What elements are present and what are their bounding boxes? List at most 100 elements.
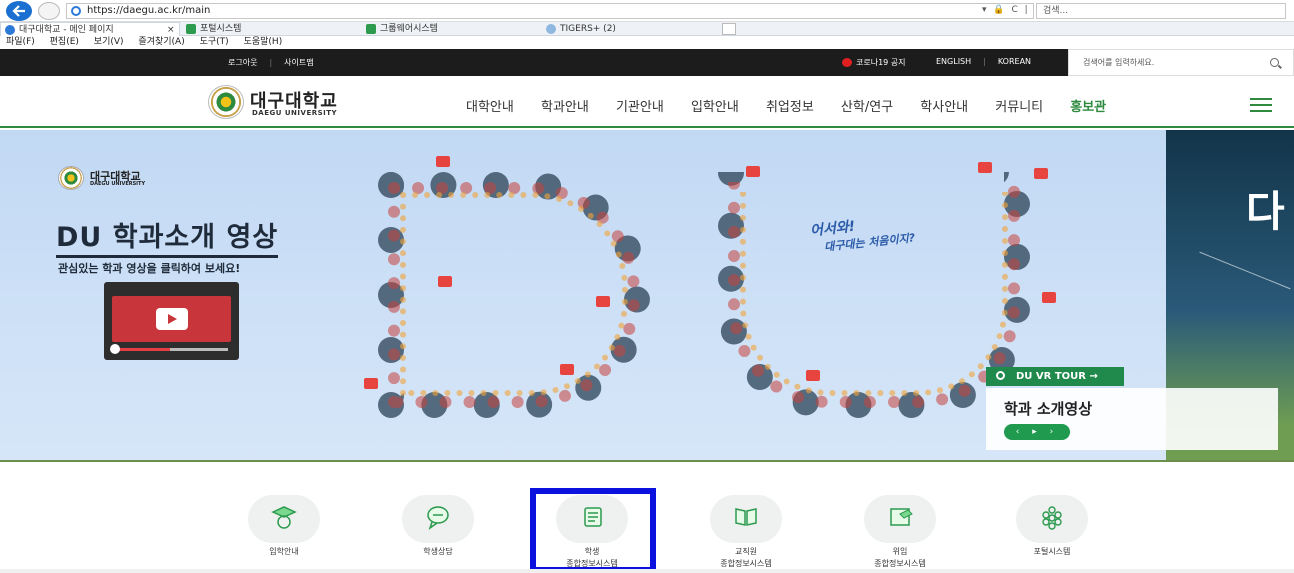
browser-search-input[interactable]: 검색... [1036, 3, 1286, 19]
alert-icon [842, 58, 852, 67]
search-icon[interactable] [1270, 58, 1279, 67]
menu-file[interactable]: 파일(F) [6, 37, 35, 47]
nav-research[interactable]: 산학/연구 [841, 96, 893, 115]
footer-edge [0, 569, 1294, 573]
heart-icon [1042, 292, 1056, 303]
open-book-icon [735, 508, 757, 526]
heart-icon [1034, 168, 1048, 179]
certificate-icon [890, 508, 913, 526]
heart-icon [746, 166, 760, 177]
nav-departments[interactable]: 학과안내 [541, 96, 589, 115]
selection-highlight-box [530, 488, 656, 573]
hero-logo-eng: DAEGU UNIVERSITY [90, 181, 146, 187]
nav-community[interactable]: 커뮤니티 [995, 96, 1043, 115]
logo-eng-text: DAEGU UNIVERSITY [252, 109, 338, 117]
university-logo[interactable]: 대구대학교 DAEGU UNIVERSITY [208, 85, 358, 119]
video-scrub-handle [110, 344, 120, 354]
menu-view[interactable]: 보기(V) [94, 37, 124, 47]
site-header: 대구대학교 DAEGU UNIVERSITY 대학안내 학과안내 기관안내 입학… [0, 76, 1294, 128]
korean-link[interactable]: KOREAN [998, 57, 1031, 66]
like-icon [596, 296, 610, 307]
heart-icon [806, 370, 820, 381]
arrow-left-icon [12, 5, 25, 17]
hero-divider [0, 460, 1294, 462]
language-links: ENGLISH | KOREAN [936, 57, 1031, 66]
nav-admission[interactable]: 입학안내 [691, 96, 739, 115]
nav-academic[interactable]: 학사안내 [920, 96, 968, 115]
search-placeholder: 검색어를 입력하세요. [1083, 58, 1155, 67]
quick-link-counseling[interactable]: 학생상담 [402, 495, 474, 573]
quick-link-label: 포털시스템 [1033, 547, 1071, 556]
tab-label: 포털시스템 [200, 24, 242, 34]
quick-link-admission[interactable]: 입학안내 [248, 495, 320, 573]
covid-notice-link[interactable]: 코로나19 공지 [838, 54, 912, 71]
url-text: https://daegu.ac.kr/main [87, 5, 211, 16]
quick-link-sublabel: 종합정보시스템 [720, 559, 772, 568]
menu-edit[interactable]: 편집(E) [50, 37, 79, 47]
tab-tigers[interactable]: TIGERS+ (2) [542, 22, 722, 36]
url-controls[interactable]: ▾ 🔒 C | [982, 5, 1030, 15]
tab-strip: 대구대학교 - 메인 페이지 × 포털시스템 그룹웨어시스템 TIGERS+ (… [0, 22, 1294, 36]
tab-main[interactable]: 대구대학교 - 메인 페이지 × [0, 22, 180, 36]
tigers-tab-icon [546, 24, 556, 34]
tab-close-icon[interactable]: × [167, 23, 175, 37]
like-icon [436, 156, 450, 167]
quick-link-label: 교직원 [734, 547, 758, 556]
hero-title: DU 학과소개 영상 [56, 222, 279, 258]
util-links: 로그아웃 | 사이트맵 [228, 57, 314, 68]
quick-link-portal-system[interactable]: 포털시스템 [1016, 495, 1088, 573]
tab-groupware[interactable]: 그룹웨어시스템 [362, 22, 542, 36]
play-icon[interactable] [156, 308, 188, 330]
nav-institutions[interactable]: 기관안내 [616, 96, 664, 115]
ie-tab-icon [5, 25, 15, 35]
slide-caption-title: 학과 소개영상 [1004, 400, 1093, 418]
browser-window: https://daegu.ac.kr/main ▾ 🔒 C | 검색... 대… [0, 0, 1294, 573]
slide-controls[interactable]: ‹ ▸ › [1004, 424, 1070, 440]
hamburger-menu-icon[interactable] [1250, 98, 1272, 112]
menu-bar: 파일(F) 편집(E) 보기(V) 즐겨찾기(A) 도구(T) 도움말(H) [0, 36, 1294, 49]
vr-tour-label: DU VR TOUR → [1016, 371, 1098, 382]
quick-link-delegated-info-system[interactable]: 위임 종합정보시스템 [864, 495, 936, 573]
slide-caption-card: 학과 소개영상 ‹ ▸ › [986, 388, 1278, 450]
nav-career[interactable]: 취업정보 [766, 96, 814, 115]
nav-about[interactable]: 대학안내 [466, 96, 514, 115]
chat-bubble-icon [427, 506, 449, 530]
quick-link-staff-info-system[interactable]: 교직원 종합정보시스템 [710, 495, 782, 573]
tab-label: 그룹웨어시스템 [380, 24, 438, 34]
vr-tour-button[interactable]: DU VR TOUR → [986, 367, 1124, 386]
new-tab-button[interactable] [722, 23, 736, 35]
quick-link-label: 위임 [892, 547, 908, 556]
video-progress [114, 348, 228, 351]
video-thumbnail[interactable] [104, 282, 239, 360]
groupware-tab-icon [366, 24, 376, 34]
tab-label: 대구대학교 - 메인 페이지 [19, 25, 114, 35]
video-screen [112, 296, 231, 342]
ie-page-icon [71, 6, 81, 16]
heart-icon [438, 276, 452, 287]
menu-help[interactable]: 도움말(H) [244, 37, 283, 47]
person-icon [560, 364, 574, 375]
portal-tab-icon [186, 24, 196, 34]
separator: | [269, 58, 273, 67]
menu-favorites[interactable]: 즐겨찾기(A) [138, 37, 184, 47]
university-seal-icon [58, 166, 84, 190]
heart-icon [978, 162, 992, 173]
menu-tools[interactable]: 도구(T) [200, 37, 229, 47]
back-button[interactable] [6, 1, 32, 21]
sitemap-link[interactable]: 사이트맵 [284, 58, 313, 67]
logout-link[interactable]: 로그아웃 [228, 58, 257, 67]
graduate-icon [271, 506, 297, 529]
tab-label: TIGERS+ (2) [560, 24, 616, 34]
forward-button[interactable] [38, 2, 60, 20]
covid-label: 코로나19 공지 [856, 58, 906, 67]
next-slide-text: 다 [1246, 187, 1285, 236]
url-field[interactable]: https://daegu.ac.kr/main [66, 3, 1034, 19]
main-nav: 대학안내 학과안내 기관안내 입학안내 취업정보 산학/연구 학사안내 커뮤니티… [466, 96, 1129, 115]
hero-banner[interactable]: 다 대구대학교 DAEGU UNIVERSITY DU 학과소개 영상 관심있는… [0, 130, 1294, 460]
site-search-input[interactable]: 검색어를 입력하세요. [1068, 49, 1294, 76]
tab-portal[interactable]: 포털시스템 [182, 22, 362, 36]
english-link[interactable]: ENGLISH [936, 57, 971, 66]
address-bar-row: https://daegu.ac.kr/main ▾ 🔒 C | 검색... [0, 0, 1294, 22]
university-seal-icon [208, 85, 244, 119]
nav-pr[interactable]: 홍보관 [1070, 96, 1106, 115]
